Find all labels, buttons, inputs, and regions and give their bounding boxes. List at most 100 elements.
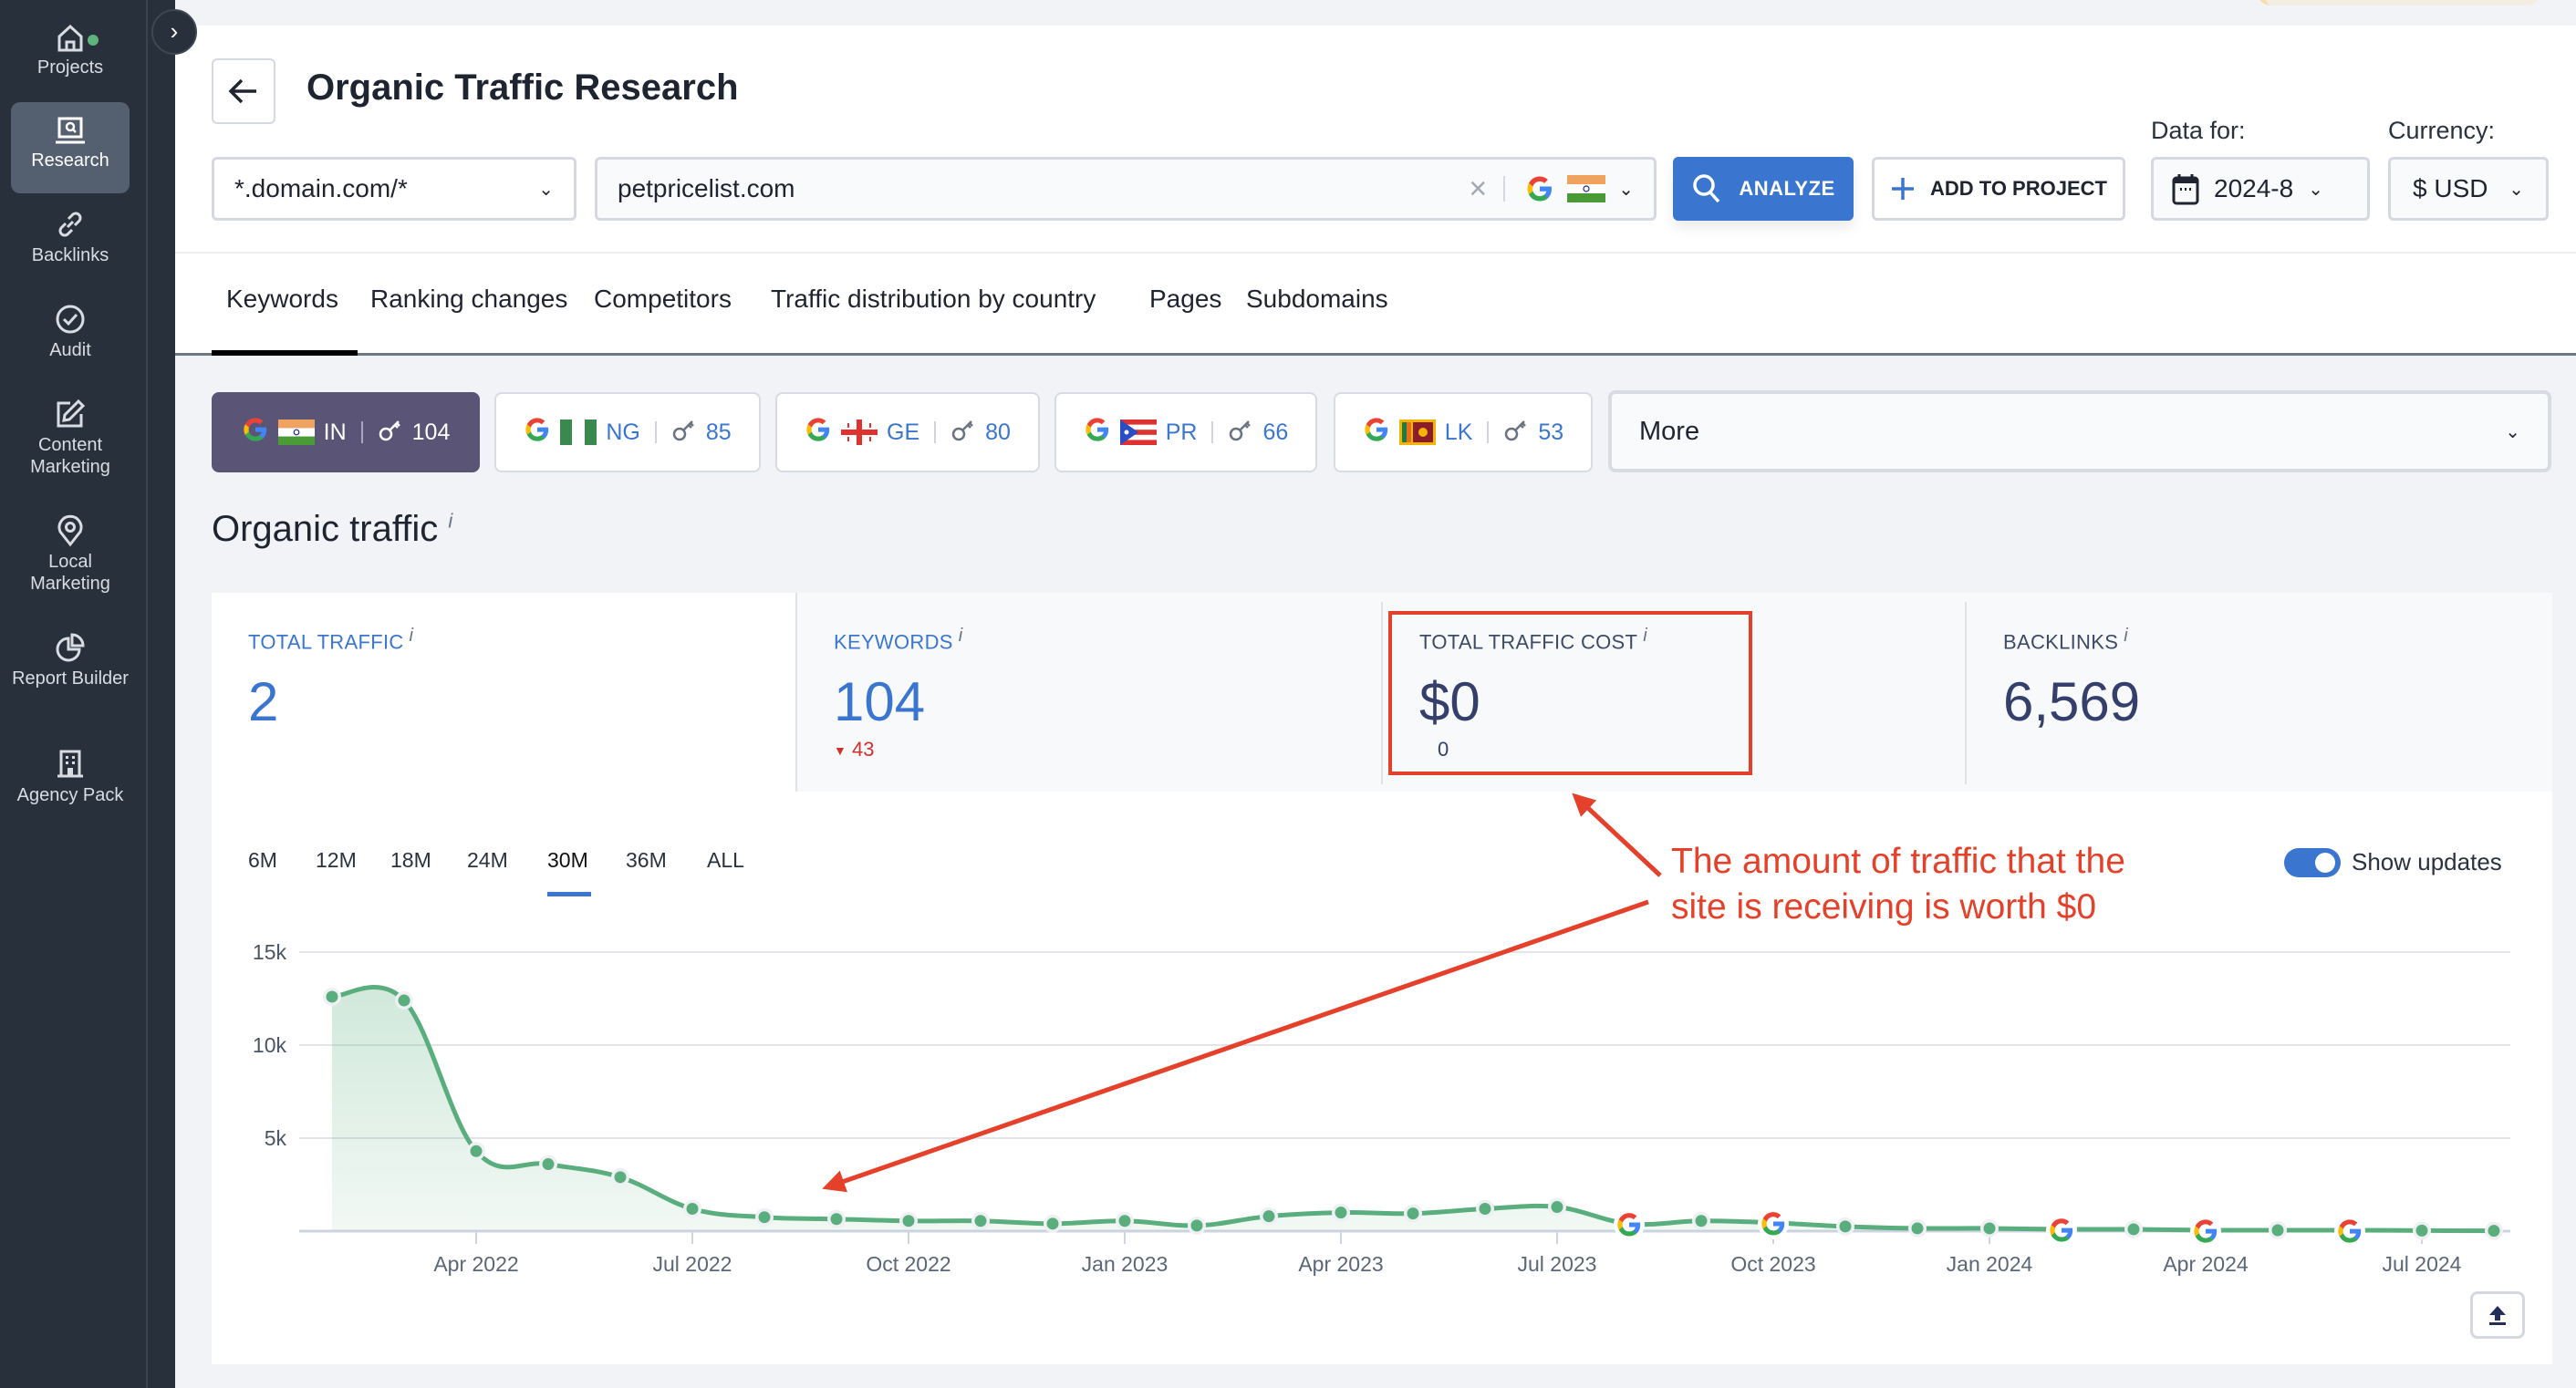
country-chip-ge[interactable]: GE 80: [775, 392, 1040, 472]
page-header: Organic Traffic Research *.domain.com/* …: [175, 26, 2576, 254]
data-point[interactable]: [398, 994, 410, 1007]
info-icon[interactable]: i: [2124, 626, 2128, 646]
analyze-button[interactable]: ANALYZE: [1673, 157, 1854, 221]
notification-dot: [88, 35, 99, 46]
data-point[interactable]: [1695, 1215, 1708, 1227]
metric-value[interactable]: 2: [248, 674, 759, 730]
calendar-icon: [2172, 174, 2199, 205]
metric-keywords: KEYWORDS i 104 ▼ 43: [797, 593, 1381, 792]
india-flag-icon: [277, 420, 315, 445]
sidebar-item-agency-pack[interactable]: Agency Pack: [11, 748, 130, 806]
search-engine-select[interactable]: ⌄: [1525, 174, 1634, 203]
chevron-down-icon: ⌄: [2308, 179, 2323, 200]
info-icon[interactable]: i: [410, 626, 414, 646]
data-point[interactable]: [1046, 1217, 1059, 1230]
sidebar-item-content-marketing[interactable]: Content Marketing: [11, 398, 130, 478]
data-point[interactable]: [1118, 1215, 1131, 1227]
data-point[interactable]: [1190, 1219, 1203, 1232]
more-countries-select[interactable]: More ⌄: [1608, 390, 2551, 472]
tab-competitors[interactable]: Competitors: [594, 285, 732, 314]
data-point[interactable]: [1983, 1222, 1996, 1235]
x-tick-label: Jan 2023: [1082, 1252, 1169, 1276]
data-point[interactable]: [1911, 1222, 1924, 1235]
data-for-label: Data for:: [2151, 117, 2246, 144]
tab-ranking-changes[interactable]: Ranking changes: [370, 285, 567, 314]
export-button[interactable]: [2470, 1291, 2525, 1339]
tab-traffic-distribution[interactable]: Traffic distribution by country: [771, 285, 1096, 314]
google-update-marker[interactable]: [1614, 1208, 1645, 1240]
scope-select[interactable]: *.domain.com/* ⌄: [212, 157, 576, 221]
keyword-count: 53: [1538, 419, 1564, 445]
data-point[interactable]: [326, 990, 338, 1003]
google-update-marker[interactable]: [2334, 1215, 2365, 1247]
data-point[interactable]: [2488, 1225, 2500, 1238]
active-tab-indicator: [212, 350, 358, 356]
data-point[interactable]: [1479, 1203, 1491, 1216]
google-update-marker[interactable]: [2046, 1214, 2077, 1246]
scope-select-value: *.domain.com/*: [234, 174, 408, 202]
country-code: LK: [1444, 419, 1473, 445]
sidebar-item-audit[interactable]: Audit: [11, 303, 130, 361]
info-icon[interactable]: i: [1643, 626, 1647, 646]
add-to-project-button[interactable]: ADD TO PROJECT: [1872, 157, 2125, 221]
keyword-count: 104: [411, 419, 451, 445]
data-point[interactable]: [758, 1211, 771, 1224]
currency-select[interactable]: $ USD ⌄: [2388, 157, 2549, 221]
google-update-marker[interactable]: [2190, 1215, 2221, 1247]
data-point[interactable]: [2415, 1224, 2428, 1237]
upload-icon: [2489, 1306, 2506, 1325]
divider: [1211, 421, 1214, 443]
country-code: IN: [323, 419, 347, 445]
sidebar-item-local-marketing[interactable]: Local Marketing: [11, 514, 130, 595]
sidebar-item-backlinks[interactable]: Backlinks: [11, 208, 130, 266]
country-chip-in[interactable]: IN 104: [212, 392, 480, 472]
x-tick-label: Apr 2023: [1298, 1252, 1383, 1276]
data-point[interactable]: [974, 1215, 987, 1227]
tab-subdomains[interactable]: Subdomains: [1246, 285, 1388, 314]
sidebar-item-projects[interactable]: Projects: [11, 16, 130, 84]
annotation-line-2: site is receiving is worth $0: [1671, 887, 2097, 927]
country-chip-ng[interactable]: NG 85: [494, 392, 761, 472]
country-chip-pr[interactable]: PR 66: [1054, 392, 1317, 472]
data-point[interactable]: [902, 1215, 915, 1227]
data-point[interactable]: [614, 1171, 627, 1184]
country-code: NG: [606, 419, 640, 445]
data-point[interactable]: [1407, 1207, 1419, 1220]
data-point[interactable]: [2271, 1224, 2284, 1237]
triangle-down-icon: ▼: [834, 743, 847, 759]
tab-pages[interactable]: Pages: [1149, 285, 1221, 314]
country-chip-lk[interactable]: LK 53: [1334, 392, 1593, 472]
divider: [1503, 176, 1506, 202]
data-point[interactable]: [1262, 1210, 1275, 1223]
data-point[interactable]: [1551, 1200, 1563, 1213]
google-update-marker[interactable]: [1758, 1207, 1789, 1239]
google-icon: [1084, 416, 1111, 450]
data-point[interactable]: [830, 1213, 843, 1226]
edit-icon: [57, 399, 86, 428]
info-icon[interactable]: i: [448, 510, 452, 533]
data-point[interactable]: [1335, 1207, 1347, 1219]
annotation-text: The amount of traffic that the site is r…: [1671, 839, 2125, 930]
tab-keywords[interactable]: Keywords: [226, 285, 338, 314]
expand-sidebar-button[interactable]: ›: [151, 9, 197, 55]
back-button[interactable]: [212, 58, 275, 124]
clear-icon[interactable]: ×: [1469, 171, 1487, 207]
metric-label: KEYWORDS i: [834, 626, 963, 654]
data-point[interactable]: [1839, 1220, 1852, 1233]
date-select-value: 2024-8: [2214, 174, 2294, 202]
date-select[interactable]: 2024-8 ⌄: [2151, 157, 2370, 221]
domain-input[interactable]: petpricelist.com × ⌄: [595, 157, 1657, 221]
chevron-down-icon: ⌄: [538, 179, 554, 200]
sidebar-item-report-builder[interactable]: Report Builder: [11, 631, 130, 689]
data-point[interactable]: [470, 1145, 483, 1157]
metric-value[interactable]: 104: [834, 674, 1345, 730]
info-icon[interactable]: i: [959, 626, 963, 646]
metric-value[interactable]: 6,569: [2003, 674, 2514, 730]
data-point[interactable]: [542, 1158, 555, 1171]
google-icon: [242, 416, 269, 450]
traffic-line: [331, 985, 2495, 1234]
sidebar-item-research[interactable]: Research: [11, 102, 130, 193]
data-point[interactable]: [686, 1203, 699, 1216]
data-point[interactable]: [2127, 1223, 2140, 1236]
section-title-text: Organic traffic: [212, 509, 439, 549]
